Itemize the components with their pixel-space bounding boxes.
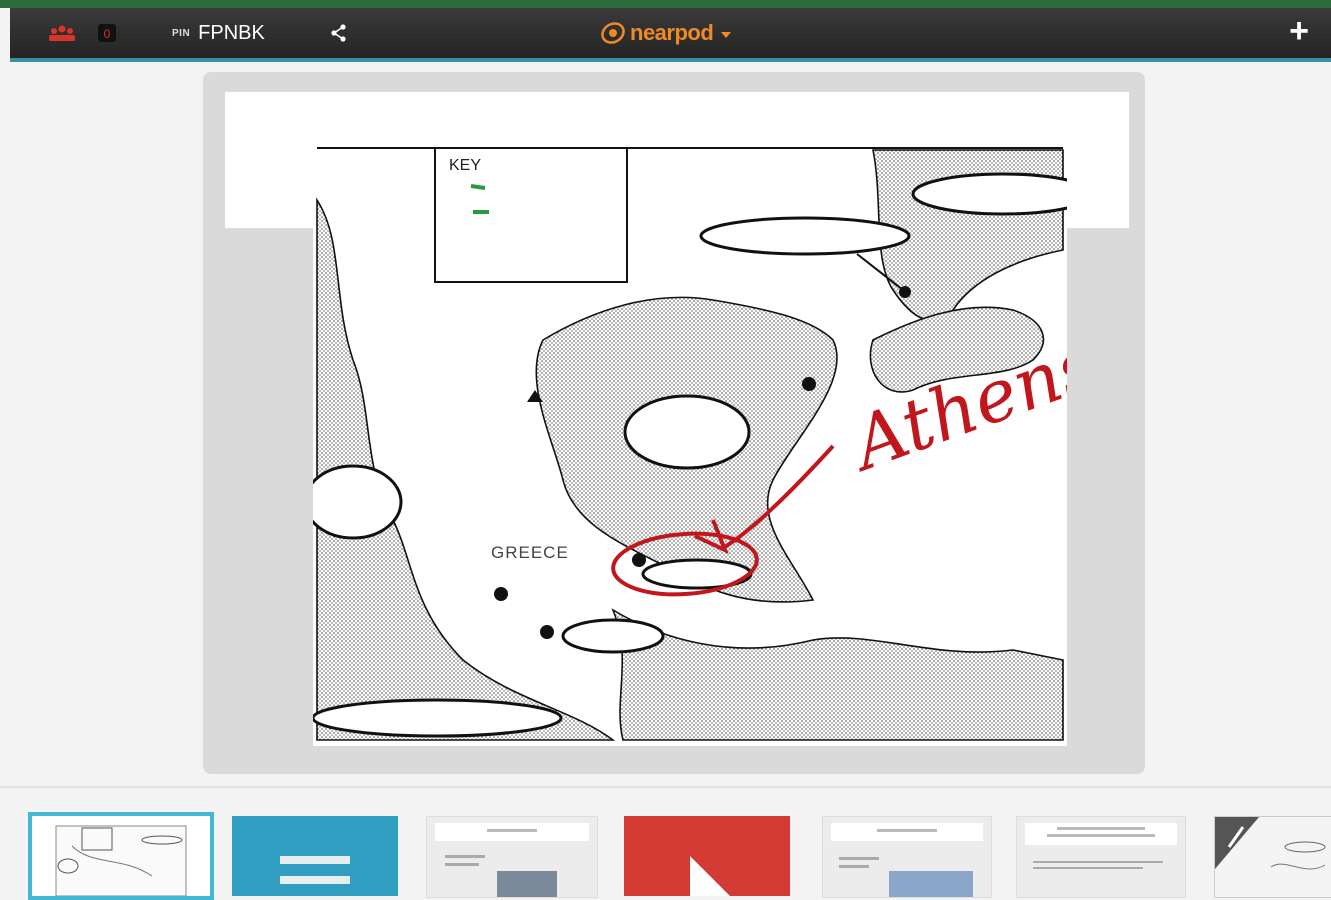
slide-thumbnail[interactable] bbox=[426, 816, 598, 898]
students-indicator[interactable]: 0 bbox=[46, 22, 126, 44]
pin-code: FPNBK bbox=[198, 21, 265, 44]
slide-stage: KEY GREECE Athens bbox=[203, 72, 1145, 774]
filmstrip-divider bbox=[0, 786, 1331, 788]
pin-display: PIN FPNBK bbox=[172, 20, 265, 46]
share-icon bbox=[331, 24, 346, 42]
slide-thumbnail-drawing[interactable] bbox=[1214, 816, 1331, 898]
slide-map: KEY GREECE Athens bbox=[303, 140, 1108, 746]
slide-thumbnail-selected[interactable] bbox=[28, 812, 214, 900]
share-button[interactable] bbox=[328, 22, 350, 44]
students-count: 0 bbox=[104, 27, 111, 41]
map-key-label: KEY bbox=[449, 157, 481, 174]
lines-icon bbox=[280, 856, 350, 884]
pin-label: PIN bbox=[172, 27, 191, 39]
slide-thumbnail-text-activity[interactable] bbox=[232, 816, 398, 896]
map-thumbnail-icon bbox=[55, 825, 187, 896]
slide-thumbnail[interactable] bbox=[822, 816, 992, 898]
slide-thumbnail[interactable] bbox=[1016, 816, 1186, 898]
slide-preview-icon bbox=[435, 823, 589, 897]
nearpod-logo-text: nearpod bbox=[630, 20, 714, 45]
slide-preview-icon bbox=[831, 823, 983, 897]
play-icon bbox=[690, 856, 730, 896]
slide-thumbnail-video[interactable] bbox=[624, 816, 790, 896]
pencil-icon bbox=[1215, 817, 1326, 870]
greece-map-drawing: KEY GREECE Athens bbox=[303, 147, 1108, 741]
slide-preview-icon bbox=[1025, 823, 1177, 869]
add-button[interactable]: + bbox=[1289, 14, 1309, 48]
chevron-down-icon bbox=[721, 32, 732, 38]
window-top-strip bbox=[0, 0, 1331, 8]
students-icon: 0 bbox=[49, 24, 116, 42]
nearpod-logo-icon bbox=[601, 22, 625, 44]
slide-filmstrip bbox=[0, 790, 1331, 900]
country-label-greece: GREECE bbox=[491, 543, 569, 562]
top-toolbar: 0 PIN FPNBK nearpod + bbox=[10, 8, 1331, 62]
nearpod-logo-menu[interactable]: nearpod bbox=[600, 18, 732, 48]
